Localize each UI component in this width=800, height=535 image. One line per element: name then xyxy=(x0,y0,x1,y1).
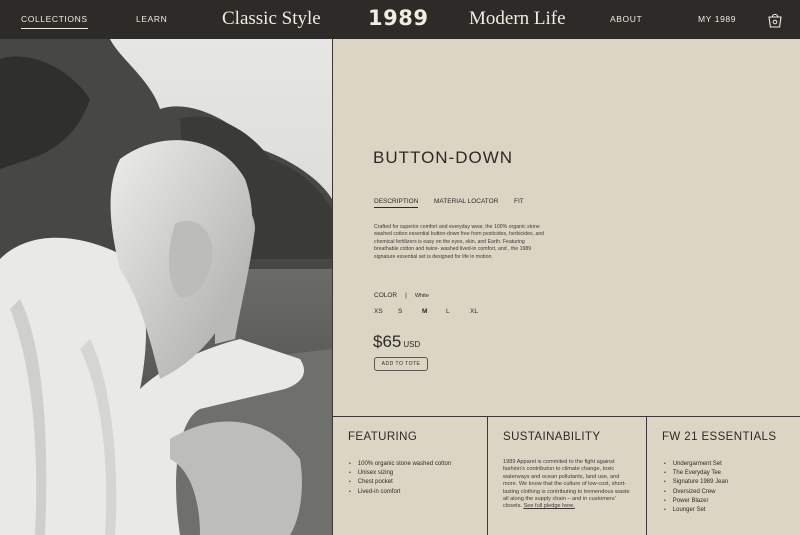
price-amount: $65 xyxy=(373,332,402,351)
list-item[interactable]: Oversized Crew xyxy=(664,488,728,497)
sustainability-title: SUSTAINABILITY xyxy=(503,431,601,443)
tab-material-locator[interactable]: MATERIAL LOCATOR xyxy=(434,198,498,205)
color-label: COLOR xyxy=(374,292,398,299)
color-row: COLOR | White xyxy=(374,292,429,299)
product-panel: BUTTON-DOWN DESCRIPTION MATERIAL LOCATOR… xyxy=(332,39,800,416)
tab-fit[interactable]: FIT xyxy=(514,198,524,205)
featuring-section: FEATURING 100% organic stone washed cott… xyxy=(332,416,487,535)
nav-my-1989[interactable]: MY 1989 xyxy=(698,14,736,24)
list-item[interactable]: Power Blazer xyxy=(664,497,728,506)
nav-modern-life[interactable]: Modern Life xyxy=(469,8,566,30)
product-title: BUTTON-DOWN xyxy=(373,148,514,167)
list-item: Lived-in comfort xyxy=(349,488,451,497)
list-item[interactable]: The Everyday Tee xyxy=(664,469,728,478)
featuring-title: FEATURING xyxy=(348,431,418,443)
list-item: Chest pocket xyxy=(349,478,451,487)
size-s[interactable]: S xyxy=(398,308,402,315)
brand-logo[interactable]: 1989 xyxy=(368,6,428,30)
add-to-tote-button[interactable]: ADD TO TOTE xyxy=(374,357,428,371)
list-item[interactable]: Undergarment Set xyxy=(664,460,728,469)
essentials-list: Undergarment Set The Everyday Tee Signat… xyxy=(664,460,728,515)
color-separator: | xyxy=(405,292,407,299)
sustainability-text: 1989 Apparel is commited to the fight ag… xyxy=(503,459,635,511)
nav-classic-style[interactable]: Classic Style xyxy=(222,8,321,30)
product-description: Crafted for superior comfort and everyda… xyxy=(374,224,545,260)
list-item[interactable]: Lounger Set xyxy=(664,506,728,515)
size-xs[interactable]: XS xyxy=(374,308,383,315)
product-photo xyxy=(0,39,332,535)
tab-description[interactable]: DESCRIPTION xyxy=(374,198,419,208)
sustainability-body: 1989 Apparel is commited to the fight ag… xyxy=(503,459,630,510)
nav-learn[interactable]: LEARN xyxy=(136,14,167,24)
essentials-section: FW 21 ESSENTIALS Undergarment Set The Ev… xyxy=(646,416,800,535)
size-m[interactable]: M xyxy=(422,308,427,315)
price: $65 USD xyxy=(373,332,420,352)
nav-about[interactable]: ABOUT xyxy=(610,14,642,24)
size-l[interactable]: L xyxy=(446,308,450,315)
price-currency: USD xyxy=(403,340,421,349)
featuring-list: 100% organic stone washed cotton Unisex … xyxy=(349,460,451,497)
essentials-title: FW 21 ESSENTIALS xyxy=(662,431,777,443)
list-item[interactable]: Signature 1989 Jean xyxy=(664,478,728,487)
nav-collections[interactable]: COLLECTIONS xyxy=(21,14,88,29)
sustainability-section: SUSTAINABILITY 1989 Apparel is commited … xyxy=(487,416,646,535)
top-nav: COLLECTIONS LEARN Classic Style 1989 Mod… xyxy=(0,0,800,39)
color-value[interactable]: White xyxy=(415,293,429,299)
list-item: 100% organic stone washed cotton xyxy=(349,460,451,469)
size-xl[interactable]: XL xyxy=(470,308,478,315)
shopping-bag-icon[interactable] xyxy=(766,11,784,29)
list-item: Unisex sizing xyxy=(349,469,451,478)
pledge-link[interactable]: See full pledge here. xyxy=(524,503,575,509)
